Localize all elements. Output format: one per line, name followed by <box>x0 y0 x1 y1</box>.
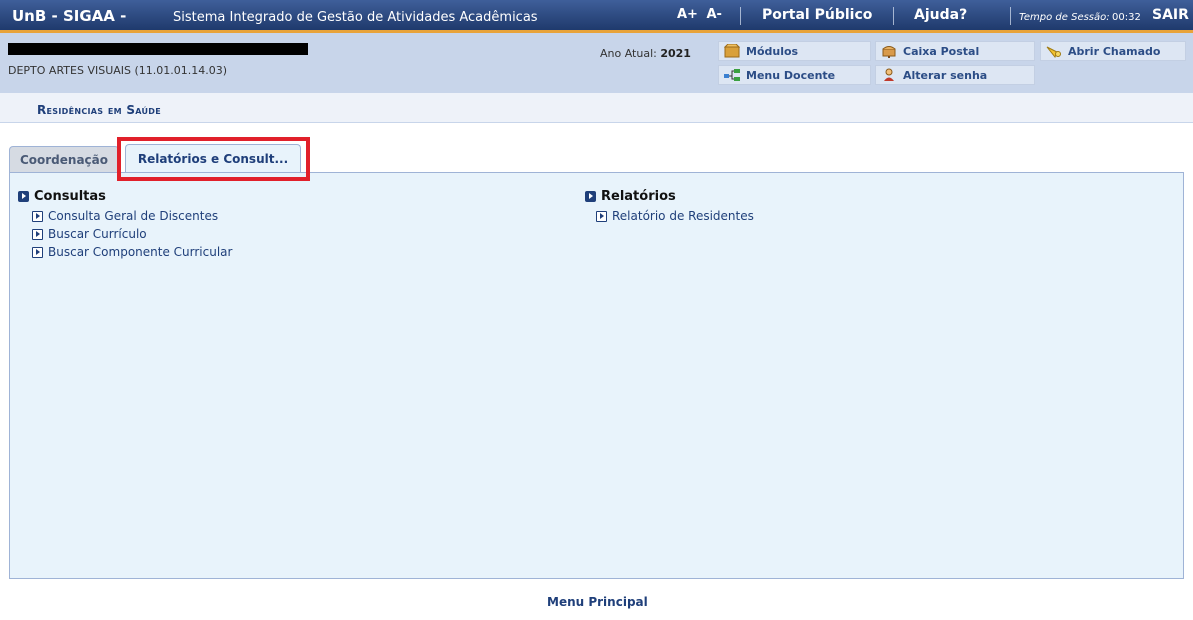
box-icon <box>724 44 740 58</box>
font-size-controls: A+ A- <box>677 7 726 22</box>
buscar-componente-curricular-link[interactable]: Buscar Componente Curricular <box>32 245 232 259</box>
mailbox-icon <box>882 46 896 58</box>
horn-icon <box>1046 46 1061 58</box>
menu-docente-button[interactable]: Menu Docente <box>718 65 871 85</box>
section-bullet-icon <box>18 191 29 202</box>
relatorios-section-title: Relatórios <box>585 189 676 204</box>
user-key-icon <box>884 68 894 81</box>
consultas-title-label: Consultas <box>34 189 106 204</box>
modulos-label: Módulos <box>746 44 799 58</box>
link-label: Relatório de Residentes <box>612 209 754 223</box>
font-increase-button[interactable]: A+ <box>677 7 698 22</box>
current-year-label: Ano Atual: <box>600 47 657 60</box>
current-year: Ano Atual: 2021 <box>600 47 691 60</box>
breadcrumb: Residências em Saúde <box>37 103 162 117</box>
logout-link[interactable]: SAIR <box>1152 7 1189 23</box>
abrir-chamado-button[interactable]: Abrir Chamado <box>1040 41 1186 61</box>
portal-publico-link[interactable]: Portal Público <box>762 7 872 23</box>
department-label: DEPTO ARTES VISUAIS (11.01.01.14.03) <box>8 64 228 77</box>
top-bar: UnB - SIGAA - Sistema Integrado de Gestã… <box>0 0 1193 33</box>
alterar-senha-button[interactable]: Alterar senha <box>875 65 1035 85</box>
tab-coordenacao[interactable]: Coordenação <box>9 146 119 172</box>
brand-subtitle: Sistema Integrado de Gestão de Atividade… <box>173 10 538 25</box>
relatorio-residentes-link[interactable]: Relatório de Residentes <box>596 209 754 223</box>
user-info-band: DEPTO ARTES VISUAIS (11.01.01.14.03) Ano… <box>0 33 1193 93</box>
caixa-postal-label: Caixa Postal <box>903 44 980 58</box>
relatorios-title-label: Relatórios <box>601 189 676 204</box>
alterar-senha-label: Alterar senha <box>903 68 988 82</box>
session-label: Tempo de Sessão: <box>1019 12 1110 23</box>
ajuda-link[interactable]: Ajuda? <box>914 7 967 23</box>
arrow-right-icon <box>32 246 43 258</box>
divider <box>1010 7 1011 25</box>
tab-relatorios-consultas[interactable]: Relatórios e Consult... <box>125 144 301 172</box>
consultas-section-title: Consultas <box>18 189 106 204</box>
current-year-value: 2021 <box>660 47 691 60</box>
sitemap-icon <box>724 69 740 81</box>
link-label: Buscar Currículo <box>48 227 147 241</box>
buscar-curriculo-link[interactable]: Buscar Currículo <box>32 227 147 241</box>
abrir-chamado-label: Abrir Chamado <box>1068 44 1161 58</box>
brand-title: UnB - SIGAA - <box>12 7 127 25</box>
menu-principal-link[interactable]: Menu Principal <box>547 595 648 609</box>
arrow-right-icon <box>596 210 607 222</box>
redacted-user-name <box>8 43 308 55</box>
menu-docente-label: Menu Docente <box>746 68 836 82</box>
divider <box>740 7 741 25</box>
modulos-button[interactable]: Módulos <box>718 41 871 61</box>
tab-content-panel <box>9 172 1184 579</box>
link-label: Consulta Geral de Discentes <box>48 209 219 223</box>
font-decrease-button[interactable]: A- <box>707 7 722 22</box>
link-label: Buscar Componente Curricular <box>48 245 233 259</box>
arrow-right-icon <box>32 210 43 222</box>
consulta-geral-discentes-link[interactable]: Consulta Geral de Discentes <box>32 209 218 223</box>
breadcrumb-bar: Residências em Saúde <box>0 93 1193 123</box>
arrow-right-icon <box>32 228 43 240</box>
divider <box>893 7 894 25</box>
section-bullet-icon <box>585 191 596 202</box>
session-time: 00:32 <box>1112 12 1141 23</box>
caixa-postal-button[interactable]: Caixa Postal <box>875 41 1035 61</box>
